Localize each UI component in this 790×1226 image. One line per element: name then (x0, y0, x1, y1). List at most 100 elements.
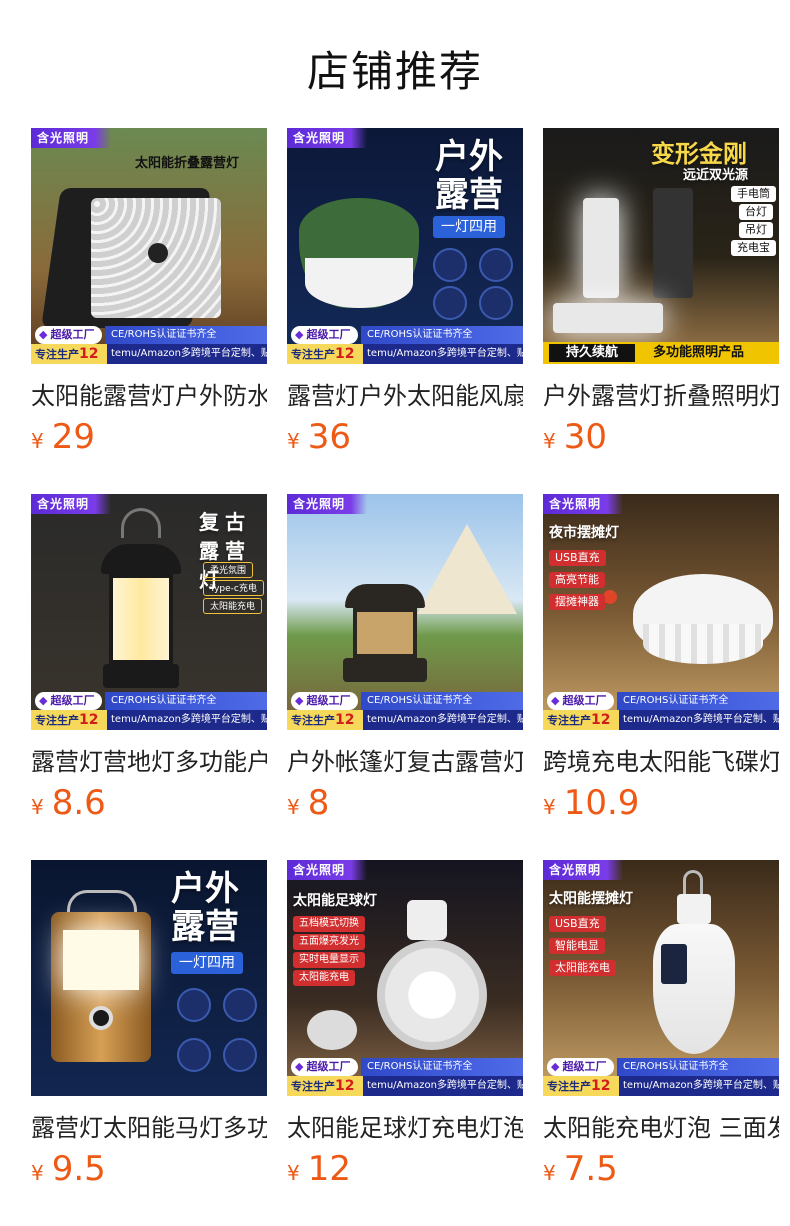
product-card[interactable]: 夜市摆摊灯 USB直充 高亮节能 摆摊神器 含光照明 ◆ 超级工厂 CE/ROHS… (543, 494, 779, 828)
product-subheadline: 远近双光源 (683, 168, 749, 183)
product-image[interactable]: 户外露营 一灯四用 含光照明 ◆ 超级工厂 CE/ROHS认证证书齐全 专注生产1… (287, 128, 523, 364)
factory-badge: ◆ 超级工厂 (547, 1058, 615, 1076)
footer-label: 多功能照明产品 (653, 345, 745, 360)
product-card[interactable]: 太阳能摆摊灯 USB直充 智能电显 太阳能充电 含光照明 ◆ 超级工厂 CE/RO… (543, 860, 779, 1194)
feature-tag: 太阳能充电 (203, 598, 263, 614)
feature-tag: 太阳能充电 (293, 970, 355, 986)
feature-tag: 台灯 (739, 204, 773, 220)
feature-tag: USB直充 (549, 550, 606, 566)
product-name[interactable]: 露营灯太阳能马灯多功能 (31, 1112, 267, 1144)
platform-badge: temu/Amazon多跨境平台定制、贴标 (107, 710, 267, 730)
product-grid: 太阳能折叠露营灯 含光照明 ◆ 超级工厂 CE/ROHS认证证书齐全 专注生产12… (0, 0, 790, 1226)
brand-tag: 含光照明 (31, 494, 112, 514)
product-card[interactable]: 复古露营灯 柔光氛围 Type-c充电 太阳能充电 含光照明 ◆ 超级工厂 CE/… (31, 494, 267, 828)
years-badge: 专注生产12年 (287, 710, 363, 730)
product-name[interactable]: 太阳能充电灯泡 三面发光 (543, 1112, 779, 1144)
years-badge: 专注生产12年 (287, 1076, 363, 1096)
product-headline: 户外露营 (435, 137, 503, 215)
feature-tag: 柔光氛围 (203, 562, 254, 578)
years-badge: 专注生产12年 (31, 710, 107, 730)
footer-label: 持久续航 (549, 344, 635, 362)
brand-tag: 含光照明 (287, 494, 368, 514)
feature-tag: 手电筒 (731, 186, 776, 202)
platform-badge: temu/Amazon多跨境平台定制、贴标 (363, 710, 523, 730)
factory-badge: ◆ 超级工厂 (35, 326, 103, 344)
product-card[interactable]: 户外露营 一灯四用 含光照明 ◆ 超级工厂 CE/ROHS认证证书齐全 专注生产1… (287, 128, 523, 462)
product-headline: 太阳能摆摊灯 (549, 891, 633, 907)
product-headline: 太阳能足球灯 (293, 893, 377, 909)
brand-tag: 含光照明 (287, 128, 368, 148)
feature-tag: Type-c充电 (203, 580, 264, 596)
cert-badge: CE/ROHS认证证书齐全 (105, 326, 267, 344)
product-price: ¥7.5 (543, 1149, 618, 1189)
product-card[interactable]: 户外露营 一灯四用 露营灯太阳能马灯多功能 ¥9.5 (31, 860, 267, 1194)
cert-badge: CE/ROHS认证证书齐全 (361, 326, 523, 344)
product-image[interactable]: 含光照明 ◆超级工厂 CE/ROHS认证证书齐全 专注生产12年 temu/Am… (287, 494, 523, 730)
product-card[interactable]: 太阳能折叠露营灯 含光照明 ◆ 超级工厂 CE/ROHS认证证书齐全 专注生产12… (31, 128, 267, 462)
factory-badge: ◆ 超级工厂 (547, 692, 615, 710)
product-image[interactable]: 太阳能摆摊灯 USB直充 智能电显 太阳能充电 含光照明 ◆ 超级工厂 CE/RO… (543, 860, 779, 1096)
product-image[interactable]: 太阳能足球灯 五档模式切换 五面爆亮发光 实时电量显示 太阳能充电 含光照明 ◆… (287, 860, 523, 1096)
product-headline: 太阳能折叠露营灯 (135, 156, 240, 171)
product-price: ¥10.9 (543, 783, 640, 823)
feature-tag: 实时电量显示 (293, 952, 365, 968)
feature-tag: 太阳能充电 (549, 960, 616, 976)
product-name[interactable]: 太阳能露营灯户外防水 (31, 380, 267, 412)
cert-badge: CE/ROHS认证证书齐全 (105, 692, 267, 710)
cert-badge: CE/ROHS认证证书齐全 (617, 692, 779, 710)
product-name[interactable]: 太阳能足球灯充电灯泡 (287, 1112, 523, 1144)
brand-tag: 含光照明 (543, 494, 624, 514)
product-card[interactable]: 太阳能足球灯 五档模式切换 五面爆亮发光 实时电量显示 太阳能充电 含光照明 ◆… (287, 860, 523, 1194)
product-price: ¥9.5 (31, 1149, 106, 1189)
product-price: ¥8.6 (31, 783, 106, 823)
factory-badge: ◆ 超级工厂 (291, 326, 359, 344)
diamond-icon: ◆ (551, 1060, 560, 1073)
factory-badge: ◆ 超级工厂 (291, 1058, 359, 1076)
years-badge: 专注生产12年 (543, 710, 619, 730)
feature-tag: 吊灯 (739, 222, 773, 238)
cert-badge: CE/ROHS认证证书齐全 (617, 1058, 779, 1076)
brand-tag: 含光照明 (543, 860, 624, 880)
brand-tag: 含光照明 (31, 128, 112, 148)
product-headline: 夜市摆摊灯 (549, 525, 619, 541)
feature-tag: 高亮节能 (549, 572, 605, 588)
feature-tag: USB直充 (549, 916, 606, 932)
cert-badge: CE/ROHS认证证书齐全 (361, 692, 523, 710)
product-subheadline: 一灯四用 (433, 216, 505, 238)
product-name[interactable]: 露营灯户外太阳能风扇 (287, 380, 523, 412)
factory-badge: ◆ 超级工厂 (291, 692, 359, 710)
cert-badge: CE/ROHS认证证书齐全 (361, 1058, 523, 1076)
diamond-icon: ◆ (551, 694, 560, 707)
diamond-icon: ◆ (39, 328, 48, 341)
years-badge: 专注生产12年 (31, 344, 107, 364)
product-price: ¥12 (287, 1149, 351, 1189)
product-card[interactable]: 变形金刚 远近双光源 手电筒 台灯 吊灯 充电宝 持久续航 多功能照明产品 户外… (543, 128, 779, 462)
diamond-icon: ◆ (295, 694, 304, 707)
platform-badge: temu/Amazon多跨境平台定制、贴标 (363, 1076, 523, 1096)
product-image[interactable]: 户外露营 一灯四用 (31, 860, 267, 1096)
feature-tag: 智能电显 (549, 938, 605, 954)
product-name[interactable]: 户外露营灯折叠照明灯 (543, 380, 779, 412)
product-price: ¥8 (287, 783, 330, 823)
product-image[interactable]: 变形金刚 远近双光源 手电筒 台灯 吊灯 充电宝 持久续航 多功能照明产品 (543, 128, 779, 364)
product-price: ¥29 (31, 417, 95, 457)
feature-tag: 五面爆亮发光 (293, 934, 365, 950)
product-image[interactable]: 太阳能折叠露营灯 含光照明 ◆ 超级工厂 CE/ROHS认证证书齐全 专注生产12… (31, 128, 267, 364)
product-name[interactable]: 户外帐篷灯复古露营灯 (287, 746, 523, 778)
diamond-icon: ◆ (295, 328, 304, 341)
platform-badge: temu/Amazon多跨境平台定制、贴标 (619, 710, 779, 730)
platform-badge: temu/Amazon多跨境平台定制、贴标 (619, 1076, 779, 1096)
product-name[interactable]: 露营灯营地灯多功能户外 (31, 746, 267, 778)
product-card[interactable]: 含光照明 ◆超级工厂 CE/ROHS认证证书齐全 专注生产12年 temu/Am… (287, 494, 523, 828)
diamond-icon: ◆ (39, 694, 48, 707)
product-image[interactable]: 复古露营灯 柔光氛围 Type-c充电 太阳能充电 含光照明 ◆ 超级工厂 CE/… (31, 494, 267, 730)
product-image[interactable]: 夜市摆摊灯 USB直充 高亮节能 摆摊神器 含光照明 ◆ 超级工厂 CE/ROHS… (543, 494, 779, 730)
feature-tag: 五档模式切换 (293, 916, 365, 932)
platform-badge: temu/Amazon多跨境平台定制、贴标 (107, 344, 267, 364)
product-headline: 户外露营 (171, 869, 239, 947)
feature-tag: 摆摊神器 (549, 594, 605, 610)
factory-badge: ◆ 超级工厂 (35, 692, 103, 710)
product-name[interactable]: 跨境充电太阳能飞碟灯 (543, 746, 779, 778)
brand-tag: 含光照明 (287, 860, 368, 880)
feature-tag: 充电宝 (731, 240, 776, 256)
